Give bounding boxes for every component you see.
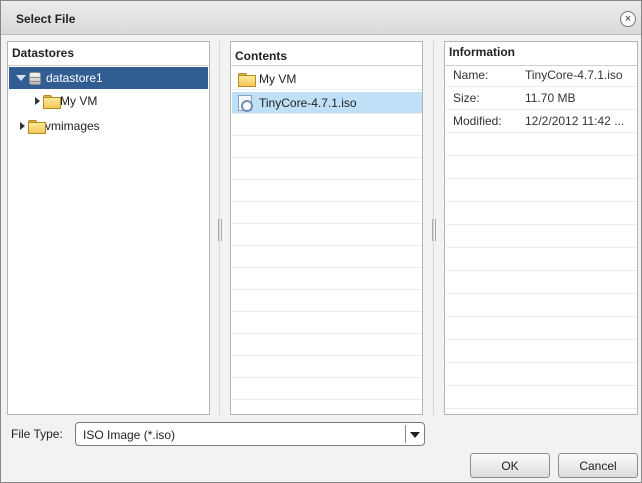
empty-row [446,202,637,225]
file-type-value: ISO Image (*.iso) [83,428,176,442]
information-pane: Information Name: TinyCore-4.7.1.iso Siz… [444,41,638,415]
empty-row [446,248,637,271]
empty-row [446,317,637,340]
tree-item-vmimages[interactable]: vmimages [20,115,170,137]
cancel-button[interactable]: Cancel [558,453,638,478]
list-item-label: My VM [259,71,297,86]
tree-item-label: vmimages [45,119,100,133]
right-splitter[interactable] [432,41,436,415]
empty-row [446,225,637,248]
tree-item-datastore1[interactable]: datastore1 [9,67,208,89]
empty-row [446,340,637,363]
file-type-select[interactable]: ISO Image (*.iso) [75,422,425,446]
info-key: Modified: [453,114,502,128]
empty-row [232,290,422,312]
empty-row [232,202,422,224]
close-icon[interactable]: × [620,11,636,27]
select-file-dialog: Select File × Datastores datastore1 My V… [0,0,642,483]
folder-icon [28,120,46,134]
information-header: Information [445,42,637,66]
empty-row [446,271,637,294]
empty-row [232,114,422,136]
info-value: 12/2/2012 11:42 ... [525,114,625,128]
folder-icon [238,72,256,87]
empty-row [446,294,637,317]
file-type-label: File Type: [11,427,63,441]
datastores-header: Datastores [8,42,209,66]
empty-row [232,356,422,378]
empty-row [232,246,422,268]
tree-item-label: My VM [60,94,98,108]
folder-icon [43,95,61,109]
list-item-tinycore-iso[interactable]: TinyCore-4.7.1.iso [232,92,422,114]
dropdown-separator [405,425,406,443]
empty-row [446,386,637,409]
info-row-name: Name: TinyCore-4.7.1.iso [446,64,637,87]
empty-row [232,312,422,334]
empty-row [232,268,422,290]
expand-right-icon[interactable] [20,122,25,130]
empty-row [446,133,637,156]
tree-item-label: datastore1 [46,71,103,85]
empty-row [446,179,637,202]
list-item-my-vm[interactable]: My VM [232,68,422,90]
expand-down-icon[interactable] [16,75,26,81]
info-value: 11.70 MB [525,91,576,105]
contents-header: Contents [231,42,422,66]
datastores-pane: Datastores datastore1 My VM vmimages [7,41,210,415]
empty-row [446,363,637,386]
info-row-modified: Modified: 12/2/2012 11:42 ... [446,110,637,133]
empty-row [232,334,422,356]
dialog-titlebar[interactable]: Select File × [1,1,641,35]
empty-row [232,180,422,202]
empty-row [232,378,422,400]
contents-pane: Contents My VM TinyCore-4.7.1.iso [230,41,423,415]
info-row-size: Size: 11.70 MB [446,87,637,110]
expand-right-icon[interactable] [35,97,40,105]
datastore-icon [29,71,41,85]
list-item-label: TinyCore-4.7.1.iso [259,95,357,110]
empty-row [232,136,422,158]
splitter-grip-icon[interactable] [432,219,436,241]
empty-row [232,158,422,180]
empty-row [446,156,637,179]
info-value: TinyCore-4.7.1.iso [525,68,623,82]
dialog-title: Select File [16,12,76,26]
tree-item-my-vm[interactable]: My VM [35,90,185,112]
chevron-down-icon[interactable] [410,432,420,438]
splitter-grip-icon[interactable] [218,219,222,241]
info-key: Name: [453,68,489,82]
left-splitter[interactable] [218,41,222,415]
empty-row [232,224,422,246]
disc-image-icon [238,94,253,112]
ok-button[interactable]: OK [470,453,550,478]
info-key: Size: [453,91,480,105]
